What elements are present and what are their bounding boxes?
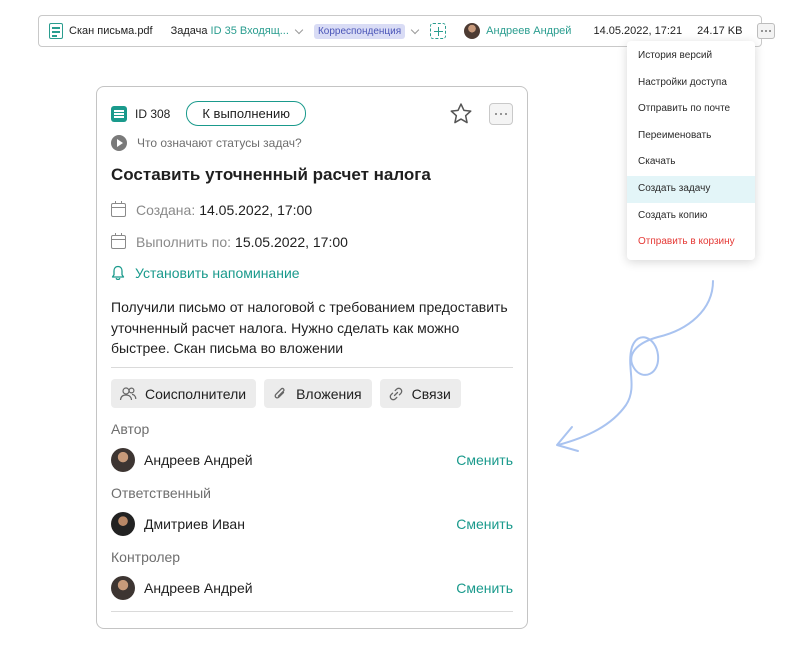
owner-link[interactable]: Андреев Андрей [486, 25, 571, 37]
change-author-link[interactable]: Сменить [456, 452, 513, 468]
created-label: Создана: [136, 202, 196, 218]
linked-task-link[interactable]: ID 35 Входящ... [211, 25, 289, 37]
task-description: Получили письмо от налоговой с требовани… [111, 299, 508, 356]
due-label: Выполнить по: [136, 234, 232, 250]
status-help-text: Что означают статусы задач? [137, 136, 302, 150]
menu-item-send-by-mail[interactable]: Отправить по почте [627, 96, 755, 123]
avatar [111, 448, 135, 472]
bell-icon [111, 265, 125, 280]
divider [111, 611, 513, 612]
category-badge[interactable]: Корреспонденция [313, 23, 406, 39]
document-more-button[interactable] [757, 23, 776, 39]
author-name: Андреев Андрей [144, 452, 253, 468]
controller-label: Контролер [111, 549, 181, 565]
file-name[interactable]: Скан письма.pdf [69, 25, 153, 37]
responsible-name: Дмитриев Иван [144, 516, 245, 532]
set-reminder-link[interactable]: Установить напоминание [111, 265, 300, 281]
divider [111, 367, 513, 368]
add-category-button[interactable] [430, 23, 447, 39]
task-label: Задача [170, 25, 208, 37]
task-title: Составить уточненный расчет налога [111, 165, 431, 184]
star-icon[interactable] [448, 101, 474, 127]
people-icon [119, 386, 137, 400]
avatar [111, 512, 135, 536]
task-header: ID 308 К выполнению [111, 101, 306, 126]
created-value: 14.05.2022, 17:00 [199, 202, 313, 218]
owner-avatar [464, 23, 481, 39]
change-controller-link[interactable]: Сменить [456, 580, 513, 596]
menu-item-access-settings[interactable]: Настройки доступа [627, 70, 755, 97]
task-list-icon [111, 105, 127, 122]
links-label: Связи [411, 385, 451, 402]
avatar [111, 576, 135, 600]
due-value: 15.05.2022, 17:00 [235, 234, 348, 250]
responsible-row: Дмитриев Иван Сменить [111, 512, 513, 536]
coexecutors-label: Соисполнители [145, 385, 247, 402]
task-more-button[interactable] [489, 103, 513, 125]
attachments-button[interactable]: Вложения [264, 379, 372, 408]
document-icon [49, 23, 63, 39]
status-help-link[interactable]: Что означают статусы задач? [111, 135, 302, 151]
play-icon [111, 135, 127, 151]
change-responsible-link[interactable]: Сменить [456, 516, 513, 532]
link-icon [389, 387, 402, 400]
due-date-row[interactable]: Выполнить по: 15.05.2022, 17:00 [111, 233, 348, 250]
coexecutors-button[interactable]: Соисполнители [111, 379, 257, 408]
menu-item-create-copy[interactable]: Создать копию [627, 203, 755, 230]
chevron-down-icon[interactable] [410, 25, 420, 34]
task-id: ID 308 [135, 106, 171, 121]
calendar-icon [111, 233, 126, 249]
menu-item-rename[interactable]: Переименовать [627, 123, 755, 150]
task-chips: Соисполнители Вложения Связи [111, 379, 461, 408]
created-date-row: Создана: 14.05.2022, 17:00 [111, 201, 313, 218]
responsible-label: Ответственный [111, 485, 211, 501]
reminder-text: Установить напоминание [135, 265, 300, 281]
menu-item-download[interactable]: Скачать [627, 149, 755, 176]
controller-row: Андреев Андрей Сменить [111, 576, 513, 600]
task-card: ID 308 К выполнению Что означают статусы… [96, 86, 528, 629]
author-row: Андреев Андрей Сменить [111, 448, 513, 472]
calendar-icon [111, 201, 126, 217]
chevron-down-icon[interactable] [294, 25, 304, 34]
controller-name: Андреев Андрей [144, 580, 253, 596]
menu-item-move-to-trash[interactable]: Отправить в корзину [627, 229, 755, 256]
status-badge[interactable]: К выполнению [186, 101, 306, 126]
document-date: 14.05.2022, 17:21 [593, 25, 683, 37]
file-size: 24.17 KB [697, 25, 743, 37]
author-label: Автор [111, 421, 150, 437]
menu-item-version-history[interactable]: История версий [627, 43, 755, 70]
menu-item-create-task[interactable]: Создать задачу [627, 175, 755, 203]
hand-drawn-arrow [556, 280, 714, 452]
paperclip-icon [274, 387, 285, 399]
links-button[interactable]: Связи [379, 379, 461, 408]
document-context-menu: История версий Настройки доступа Отправи… [627, 41, 755, 260]
attachments-label: Вложения [296, 385, 362, 402]
